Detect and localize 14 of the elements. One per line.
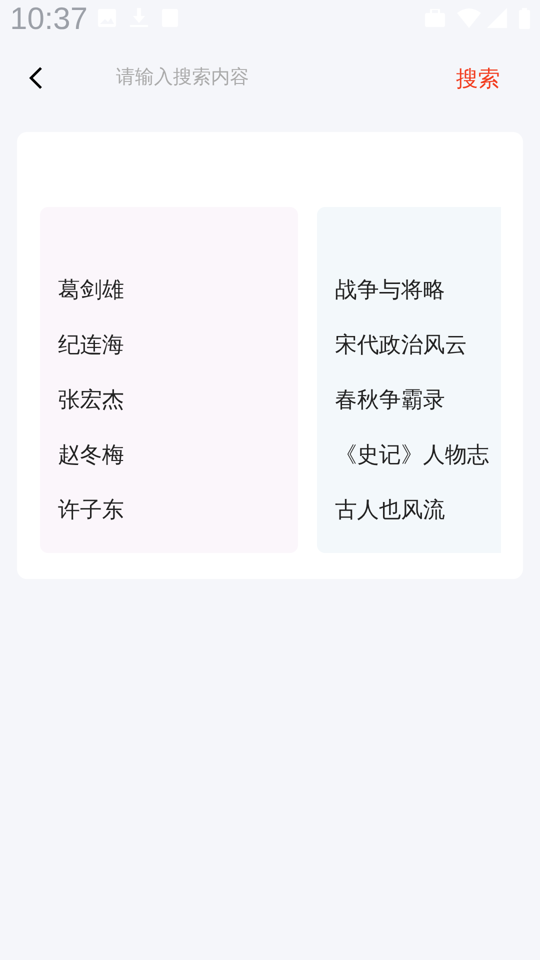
search-field[interactable]: 请输入搜索内容 bbox=[116, 64, 456, 92]
list-item[interactable]: 葛剑雄 bbox=[58, 273, 124, 306]
list-item[interactable]: 春秋争霸录 bbox=[335, 383, 445, 416]
list-item[interactable]: 《史记》人物志 bbox=[335, 438, 489, 471]
status-time: 10:37 bbox=[10, 2, 88, 34]
list-item[interactable]: 纪连海 bbox=[58, 328, 124, 361]
list-item[interactable]: 赵冬梅 bbox=[58, 438, 124, 471]
list-item[interactable]: 宋代政治风云 bbox=[335, 328, 467, 361]
list-item[interactable]: 古人也风流 bbox=[335, 493, 445, 526]
list-item[interactable]: 战争与将略 bbox=[335, 273, 445, 306]
list-item[interactable]: 张宏杰 bbox=[58, 383, 124, 416]
back-icon bbox=[29, 66, 43, 90]
search-button[interactable]: 搜索 bbox=[456, 62, 500, 94]
list-item[interactable]: 许子东 bbox=[58, 493, 124, 526]
